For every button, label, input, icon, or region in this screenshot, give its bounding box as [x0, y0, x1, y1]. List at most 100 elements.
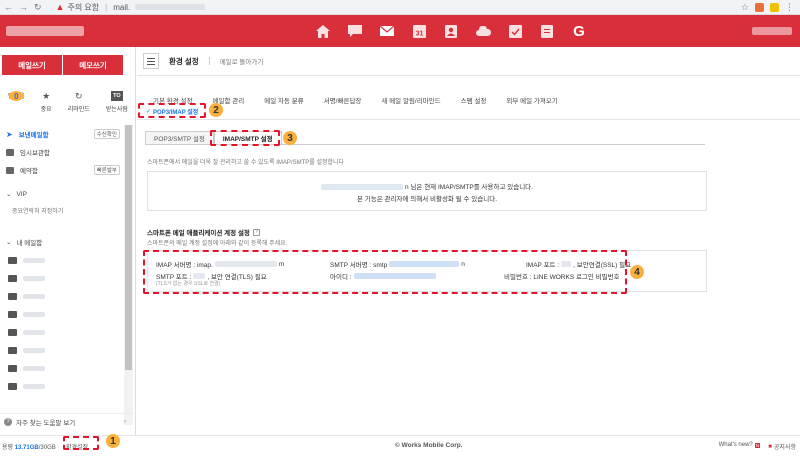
- quick-send-button[interactable]: 빠른발부: [93, 165, 120, 175]
- annotation-box-3: [210, 130, 280, 146]
- annotation-number-1: 1: [106, 434, 120, 448]
- tab-pop3-smtp[interactable]: POP3/SMTP 설정: [145, 131, 214, 145]
- help-text: 자주 찾는 도움말 보기: [16, 419, 76, 427]
- notice-link[interactable]: ■ 공지사항: [768, 442, 796, 452]
- browser-address-bar: ← → ↻ ▲ 주의 요함 | mail. ☆ ⋮: [0, 0, 800, 15]
- vip-section[interactable]: ⌄ VIP: [0, 185, 124, 203]
- read-receipt-button[interactable]: 수신확인: [93, 129, 120, 139]
- browser-nav: ← → ↻: [0, 2, 42, 13]
- folder-name-redacted: [23, 329, 45, 335]
- folder-label: 임시보관함: [20, 150, 50, 157]
- folder-list: ➤ 보낸메일함 수신확인 임시보관함 예약함 빠른발부 ⌄ VIP 중요연락처 …: [0, 125, 124, 395]
- tabs-divider: [137, 119, 800, 120]
- user-profile[interactable]: [752, 27, 792, 35]
- reload-icon[interactable]: ↻: [34, 2, 42, 13]
- my-folder-item[interactable]: [0, 323, 124, 341]
- warning-icon: ▲: [55, 2, 65, 12]
- folder-name-redacted: [23, 347, 45, 353]
- notice-text: 공지사항: [773, 445, 796, 451]
- bookmark-star-icon[interactable]: ☆: [741, 2, 749, 13]
- folder-icon: [8, 274, 17, 282]
- folder-drafts[interactable]: 임시보관함: [0, 143, 124, 161]
- annotation-box-4: [143, 250, 627, 294]
- url-separator: |: [105, 2, 108, 12]
- extension-icon[interactable]: [755, 2, 764, 12]
- vip-add-link[interactable]: 중요연락처 지정하기: [0, 203, 124, 217]
- annotation-box-2: [138, 103, 206, 118]
- folder-name-redacted: [23, 383, 45, 389]
- folder-label: 예약함: [20, 168, 38, 175]
- forward-arrow-icon[interactable]: →: [19, 2, 28, 13]
- title-separator: [208, 57, 210, 65]
- browser-menu-icon[interactable]: ⋮: [785, 2, 794, 13]
- mail-icon[interactable]: [378, 22, 396, 40]
- task-icon[interactable]: [506, 22, 524, 40]
- help-link[interactable]: ? 자주 찾는 도움말 보기 ›: [0, 413, 136, 429]
- security-warning[interactable]: ▲ 주의 요함 | mail.: [56, 2, 206, 13]
- usage-value: 13.71GB: [14, 445, 39, 451]
- scrollbar-thumb[interactable]: [125, 125, 132, 370]
- back-arrow-icon[interactable]: ←: [4, 2, 13, 13]
- folder-icon: [8, 364, 17, 372]
- chevron-down-icon: ⌄: [6, 239, 12, 246]
- folder-icon: [8, 346, 17, 354]
- app-header: 31 G: [0, 15, 800, 47]
- my-folder-item[interactable]: [0, 305, 124, 323]
- folder-label: 보낸메일함: [18, 132, 49, 139]
- folder-name-redacted: [23, 365, 45, 371]
- whats-new-link[interactable]: What's new? N: [719, 442, 760, 448]
- user-email-redacted: [321, 184, 404, 191]
- form-icon[interactable]: [538, 22, 556, 40]
- my-folders-section[interactable]: ⌄ 내 메일함: [0, 233, 124, 251]
- write-mail-button[interactable]: 메일쓰기: [2, 55, 62, 75]
- help-icon[interactable]: ?: [252, 228, 260, 236]
- usage-prefix: 용량: [2, 445, 14, 451]
- my-folder-item[interactable]: [0, 251, 124, 269]
- tab-external-mail[interactable]: 외부 메일 가져오기: [506, 95, 557, 105]
- copyright: © Works Mobile Corp.: [395, 442, 463, 449]
- home-icon[interactable]: [314, 22, 332, 40]
- tab-spam[interactable]: 스팸 설정: [461, 95, 487, 105]
- my-folder-item[interactable]: [0, 341, 124, 359]
- annotation-number-3: 3: [283, 131, 297, 145]
- chevron-down-icon: ⌄: [6, 191, 12, 198]
- write-buttons: 메일쓰기 메모쓰기: [2, 55, 123, 75]
- hamburger-menu-icon[interactable]: [143, 53, 159, 69]
- status-text: n 님은 현재 IMAP/SMTP를 사용하고 있습니다.: [405, 184, 533, 191]
- url-text[interactable]: mail.: [113, 3, 130, 12]
- account-settings-heading: 스마트폰 메일 애플리케이션 계정 설정 ?: [147, 227, 260, 237]
- extension-icon[interactable]: [770, 2, 779, 12]
- settings-main: 환경 설정 메일로 돌아가기 기본 환경 설정 메일함 관리 메일 자동 분류 …: [137, 47, 800, 435]
- tab-notification[interactable]: 새 메일 알림/리마인드: [381, 95, 440, 105]
- contacts-icon[interactable]: [442, 22, 460, 40]
- my-folder-item[interactable]: [0, 377, 124, 395]
- write-memo-button[interactable]: 메모쓰기: [63, 55, 123, 75]
- my-folder-item[interactable]: [0, 359, 124, 377]
- quick-filters: 0 안읽음 ★ 중요 ↻ 리마인드 TO 받는사람: [0, 91, 136, 114]
- folder-scheduled[interactable]: 예약함 빠른발부: [0, 161, 124, 179]
- company-logo[interactable]: [6, 26, 84, 36]
- google-icon[interactable]: G: [570, 22, 588, 40]
- chat-icon[interactable]: [346, 22, 364, 40]
- folder-icon: [8, 382, 17, 390]
- quick-remind[interactable]: ↻ 리마인드: [68, 91, 90, 114]
- cloud-icon[interactable]: [474, 22, 492, 40]
- tab-signature[interactable]: 서명/빠른답장: [324, 95, 362, 105]
- app-icon-bar: 31 G: [314, 22, 588, 40]
- tab-auto-sort[interactable]: 메일 자동 분류: [264, 95, 304, 105]
- sidebar-scrollbar[interactable]: [124, 125, 133, 425]
- quick-important[interactable]: ★ 중요: [41, 91, 52, 114]
- quick-to-me[interactable]: TO 받는사람: [106, 91, 128, 113]
- folder-name-redacted: [23, 275, 45, 281]
- folder-sent[interactable]: ➤ 보낸메일함 수신확인: [0, 125, 124, 143]
- back-to-mail-link[interactable]: 메일로 돌아가기: [220, 56, 264, 66]
- folder-icon: [6, 166, 14, 174]
- calendar-icon[interactable]: 31: [410, 22, 428, 40]
- my-folder-item[interactable]: [0, 287, 124, 305]
- my-folder-item[interactable]: [0, 269, 124, 287]
- quick-unread[interactable]: 0 안읽음: [8, 91, 25, 113]
- notice-icon: ■: [768, 443, 772, 450]
- settings-title-row: 환경 설정 메일로 돌아가기: [143, 53, 263, 69]
- send-icon: ➤: [6, 129, 13, 139]
- my-folders-title: 내 메일함: [16, 240, 43, 247]
